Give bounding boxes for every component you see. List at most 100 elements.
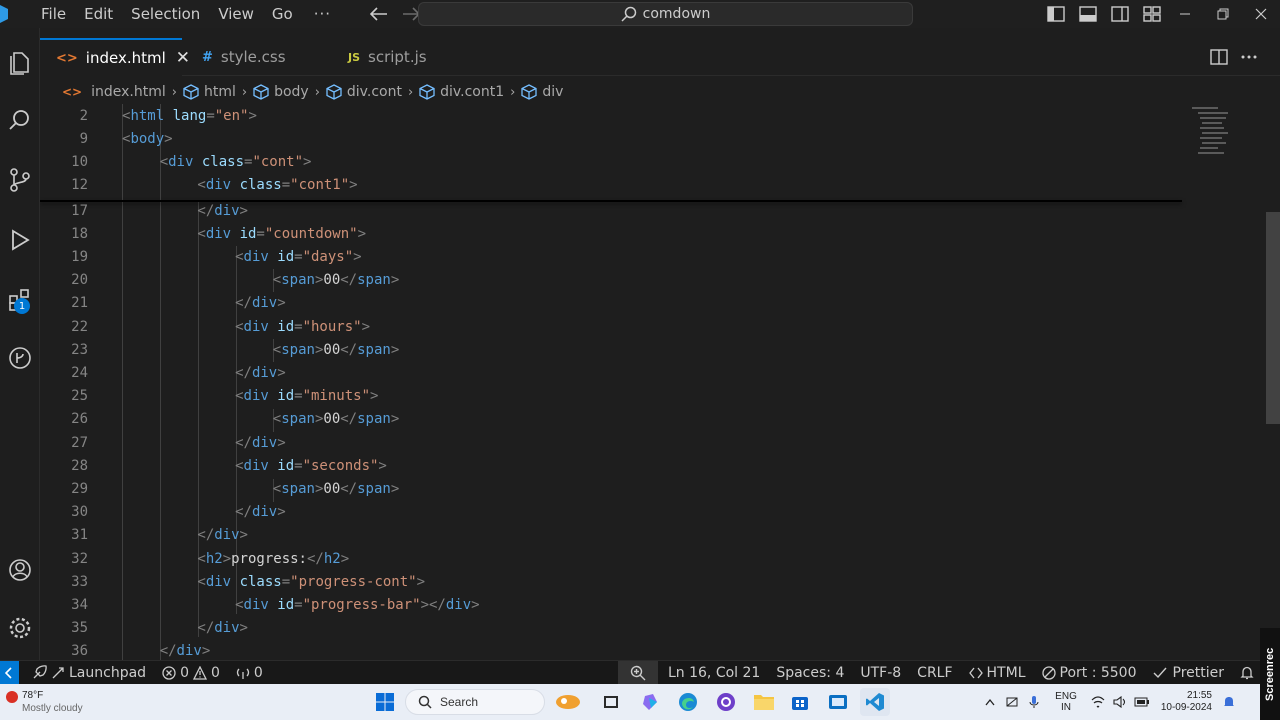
- live-server-port[interactable]: Port : 5500: [1034, 661, 1145, 685]
- menu-selection[interactable]: Selection: [122, 0, 209, 28]
- back-arrow-icon[interactable]: [363, 0, 395, 28]
- notification-center-icon[interactable]: [1218, 695, 1240, 709]
- code-line[interactable]: 19 <div id="days">: [40, 245, 1180, 268]
- explorer-icon[interactable]: [0, 38, 40, 86]
- link-icon: [52, 666, 64, 678]
- encoding-status[interactable]: UTF-8: [852, 661, 909, 685]
- code-text: <h2>progress:</h2>: [197, 551, 349, 567]
- code-line[interactable]: 24 </div>: [40, 361, 1180, 384]
- code-line[interactable]: 20 <span>00</span>: [40, 269, 1180, 292]
- code-line[interactable]: 23 <span>00</span>: [40, 338, 1180, 361]
- chevron-up-icon[interactable]: [979, 698, 1001, 706]
- code-line[interactable]: 26 <span>00</span>: [40, 408, 1180, 431]
- battery-icon[interactable]: [1131, 697, 1153, 707]
- run-and-debug-icon[interactable]: [0, 216, 40, 264]
- code-editor[interactable]: 2 <html lang="en"> 9 <body> 10 <div class="co…: [40, 104, 1280, 660]
- menu-file[interactable]: File: [32, 0, 75, 28]
- indentation-status[interactable]: Spaces: 4: [768, 661, 852, 685]
- zoom-icon[interactable]: [617, 661, 658, 685]
- code-line[interactable]: 17 </div>: [40, 199, 1180, 222]
- settings-gear-icon[interactable]: [0, 604, 40, 652]
- minimap[interactable]: [1188, 104, 1238, 164]
- language-mode[interactable]: HTML: [961, 661, 1034, 685]
- toggle-panel-icon[interactable]: [1072, 0, 1104, 28]
- code-token: "cont1": [290, 177, 350, 194]
- breadcrumb-div-cont[interactable]: div.cont: [326, 84, 402, 100]
- more-menu-button[interactable]: ···: [302, 5, 343, 23]
- breadcrumb-file[interactable]: <> index.html: [62, 84, 166, 100]
- code-line[interactable]: 27 </div>: [40, 431, 1180, 454]
- tab-style-css[interactable]: # style.css: [186, 38, 326, 76]
- split-editor-icon[interactable]: [1204, 38, 1234, 76]
- vscode-taskbar-icon[interactable]: [860, 688, 890, 716]
- accounts-icon[interactable]: [0, 546, 40, 594]
- code-line[interactable]: 21 </div>: [40, 292, 1180, 315]
- source-control-icon[interactable]: [0, 156, 40, 204]
- code-line[interactable]: 34 <div id="progress-bar"></div>: [40, 593, 1180, 616]
- eol-status[interactable]: CRLF: [909, 661, 960, 685]
- dell-app-icon[interactable]: [823, 688, 853, 716]
- line-number: 12: [71, 177, 88, 194]
- code-line[interactable]: 30 </div>: [40, 501, 1180, 524]
- cursor-position[interactable]: Ln 16, Col 21: [658, 661, 768, 685]
- code-line[interactable]: 31 </div>: [40, 524, 1180, 547]
- taskbar-search[interactable]: Search: [405, 689, 545, 715]
- breadcrumb-body[interactable]: body: [253, 84, 309, 100]
- edge-browser-icon[interactable]: [673, 688, 703, 716]
- tray-app-icon[interactable]: [1001, 695, 1023, 709]
- code-line[interactable]: 28 <div id="seconds">: [40, 454, 1180, 477]
- task-view-icon[interactable]: [596, 688, 626, 716]
- menu-view[interactable]: View: [209, 0, 263, 28]
- weather-widget[interactable]: 78°F Mostly cloudy: [6, 688, 126, 718]
- code-line[interactable]: 36 </div>: [40, 640, 1180, 660]
- breadcrumb-div-cont1[interactable]: div.cont1: [419, 84, 504, 100]
- file-explorer-icon[interactable]: [749, 688, 779, 716]
- minimize-icon[interactable]: [1166, 0, 1204, 28]
- breadcrumb-div[interactable]: div: [521, 84, 563, 100]
- language-indicator[interactable]: ENG IN: [1055, 691, 1077, 713]
- problems-status[interactable]: 0 0: [154, 661, 228, 685]
- extensions-icon[interactable]: 1: [0, 276, 40, 324]
- toggle-primary-sidebar-icon[interactable]: [1040, 0, 1072, 28]
- code-line[interactable]: 9 <body>: [40, 127, 1180, 150]
- menu-go[interactable]: Go: [263, 0, 302, 28]
- tab-index-html[interactable]: <> index.html ✕: [40, 38, 190, 76]
- taskbar-clock[interactable]: 21:55 10-09-2024: [1161, 690, 1212, 714]
- command-center-search[interactable]: comdown: [418, 2, 913, 26]
- more-actions-icon[interactable]: [1234, 38, 1264, 76]
- media-player-icon[interactable]: [711, 688, 741, 716]
- code-token: div: [243, 596, 269, 613]
- close-window-icon[interactable]: [1242, 0, 1280, 28]
- code-line[interactable]: 32 <h2>progress:</h2>: [40, 547, 1180, 570]
- customize-layout-icon[interactable]: [1136, 0, 1168, 28]
- tab-script-js[interactable]: JS script.js: [332, 38, 472, 76]
- copilot-icon[interactable]: [636, 688, 666, 716]
- code-line[interactable]: 18 <div id="countdown">: [40, 222, 1180, 245]
- code-line[interactable]: 35 </div>: [40, 617, 1180, 640]
- git-graph-icon[interactable]: [0, 334, 40, 382]
- ports-status[interactable]: 0: [228, 661, 271, 685]
- code-line[interactable]: 22 <div id="hours">: [40, 315, 1180, 338]
- prettier-status[interactable]: Prettier: [1145, 661, 1233, 685]
- editor-scrollbar-thumb[interactable]: [1266, 212, 1280, 424]
- code-line[interactable]: 2 <html lang="en">: [40, 104, 1180, 127]
- remote-indicator-icon[interactable]: [0, 660, 19, 685]
- wifi-icon[interactable]: [1087, 696, 1109, 708]
- volume-icon[interactable]: [1109, 696, 1131, 708]
- code-line[interactable]: 33 <div class="progress-cont">: [40, 570, 1180, 593]
- search-view-icon[interactable]: [0, 96, 40, 144]
- store-icon[interactable]: [785, 688, 815, 716]
- css-file-icon: #: [202, 49, 213, 65]
- menu-edit[interactable]: Edit: [75, 0, 122, 28]
- code-line[interactable]: 25 <div id="minuts">: [40, 385, 1180, 408]
- toggle-secondary-sidebar-icon[interactable]: [1104, 0, 1136, 28]
- launchpad-status[interactable]: Launchpad: [19, 661, 154, 685]
- windows-start-icon[interactable]: [370, 688, 400, 716]
- copilot-decor-icon[interactable]: [553, 688, 583, 716]
- restore-icon[interactable]: [1204, 0, 1242, 28]
- code-line[interactable]: 29 <span>00</span>: [40, 477, 1180, 500]
- microphone-icon[interactable]: [1023, 695, 1045, 709]
- breadcrumb-html[interactable]: html: [183, 84, 236, 100]
- code-line[interactable]: 12 <div class="cont1">: [40, 174, 1180, 197]
- code-line[interactable]: 10 <div class="cont">: [40, 150, 1180, 173]
